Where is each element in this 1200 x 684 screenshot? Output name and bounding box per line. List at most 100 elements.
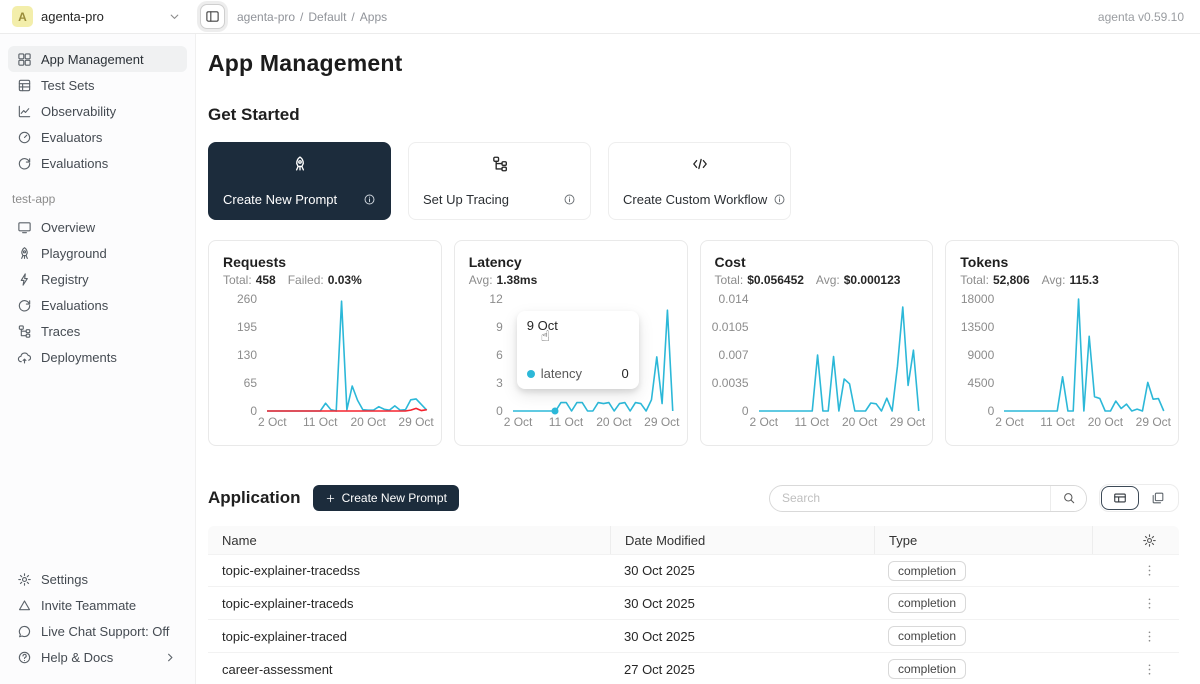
sidebar-item-app-management[interactable]: App Management (8, 46, 187, 72)
metrics-chart-row: RequestsTotal:458Failed:0.03%26019513065… (208, 240, 1179, 446)
chat-icon (17, 624, 32, 639)
x-axis: 2 Oct11 Oct20 Oct29 Oct (267, 415, 427, 433)
cost-chart-card: CostTotal:$0.056452Avg:$0.0001230.0140.0… (700, 240, 934, 446)
type-badge: completion (888, 593, 966, 613)
table-view-icon (1113, 491, 1127, 505)
chart-plot[interactable]: 2 Oct11 Oct20 Oct29 Oct (759, 299, 919, 411)
plus-icon (325, 493, 336, 504)
code-icon (623, 155, 776, 173)
y-axis: 260195130650 (223, 299, 267, 411)
get-started-card-create-new-prompt[interactable]: Create New Prompt (208, 142, 391, 220)
sidebar-item-observability[interactable]: Observability (8, 98, 187, 124)
breadcrumb-item-apps[interactable]: Apps (360, 10, 387, 24)
monitor-icon (17, 220, 32, 235)
x-tick-label: 2 Oct (995, 415, 1024, 429)
sidebar-item-overview[interactable]: Overview (8, 214, 187, 240)
sidebar-item-evaluations[interactable]: Evaluations (8, 292, 187, 318)
cell-type: completion (874, 555, 1092, 586)
card-footer: Set Up Tracing (423, 192, 576, 207)
chart-stat: Failed:0.03% (288, 273, 362, 287)
workspace-avatar: A (12, 6, 33, 27)
y-tick-label: 4500 (968, 376, 995, 390)
create-new-prompt-button[interactable]: Create New Prompt (313, 485, 459, 511)
application-heading: Application (208, 488, 301, 508)
x-tick-label: 29 Oct (644, 415, 679, 429)
get-started-card-create-custom-workflow[interactable]: Create Custom Workflow (608, 142, 791, 220)
sidebar-item-settings[interactable]: Settings (8, 566, 187, 592)
grid-icon (17, 52, 32, 67)
info-icon (563, 193, 576, 206)
column-header-type[interactable]: Type (874, 526, 1092, 554)
sidebar-item-invite-teammate[interactable]: Invite Teammate (8, 592, 187, 618)
card-view-button[interactable] (1139, 486, 1177, 510)
sidebar-item-playground[interactable]: Playground (8, 240, 187, 266)
topbar: A agenta-pro agenta-pro/Default/Apps age… (0, 0, 1200, 34)
table-view-button[interactable] (1101, 486, 1139, 510)
y-tick-label: 0.007 (718, 348, 748, 362)
sidebar-item-test-sets[interactable]: Test Sets (8, 72, 187, 98)
chart-plot[interactable]: 2 Oct11 Oct20 Oct29 Oct (267, 299, 427, 411)
sidebar-spacer (8, 370, 187, 566)
breadcrumb-separator: / (351, 10, 354, 24)
search-input[interactable] (770, 491, 1050, 505)
breadcrumb-item-default[interactable]: Default (308, 10, 346, 24)
x-tick-label: 11 Oct (795, 415, 829, 429)
workspace-selector[interactable]: A agenta-pro (0, 6, 196, 27)
rocket-icon (223, 155, 376, 173)
search-button[interactable] (1050, 486, 1086, 511)
column-header-name[interactable]: Name (208, 526, 610, 554)
y-tick-label: 0.0035 (712, 376, 749, 390)
sidebar-section-label: test-app (8, 176, 187, 214)
table-row-topic-explainer-traceds[interactable]: topic-explainer-traceds30 Oct 2025comple… (208, 587, 1179, 620)
row-actions-button[interactable] (1137, 559, 1161, 583)
sidebar-item-evaluators[interactable]: Evaluators (8, 124, 187, 150)
tokens-chart-card: TokensTotal:52,806Avg:115.31800013500900… (945, 240, 1179, 446)
cell-date-modified: 30 Oct 2025 (610, 587, 874, 619)
type-badge: completion (888, 561, 966, 581)
sidebar-item-registry[interactable]: Registry (8, 266, 187, 292)
sidebar-item-evaluations[interactable]: Evaluations (8, 150, 187, 176)
dots-vertical-icon (1142, 662, 1157, 677)
sidebar-footer-nav: Settings Invite TeammateLive Chat Support… (8, 566, 187, 670)
card-footer: Create New Prompt (223, 192, 376, 207)
table-row-career-assessment[interactable]: career-assessment27 Oct 2025completion (208, 653, 1179, 684)
column-settings-button[interactable] (1137, 528, 1161, 552)
cell-actions (1092, 587, 1179, 619)
column-header-date-modified[interactable]: Date Modified (610, 526, 874, 554)
cell-type: completion (874, 587, 1092, 619)
chart-plot[interactable]: 9 Octlatency0☝2 Oct11 Oct20 Oct29 Oct (513, 299, 673, 411)
sidebar-toggle-button[interactable] (200, 4, 225, 29)
row-actions-button[interactable] (1137, 624, 1161, 648)
breadcrumb-item-agenta-pro[interactable]: agenta-pro (237, 10, 295, 24)
x-tick-label: 29 Oct (890, 415, 925, 429)
row-actions-button[interactable] (1137, 657, 1161, 681)
rocket-icon (17, 246, 32, 261)
chart-area: 0.0140.01050.0070.003502 Oct11 Oct20 Oct… (715, 299, 919, 411)
y-tick-label: 9 (496, 320, 503, 334)
sidebar-item-label: Help & Docs (41, 650, 113, 665)
sidebar-item-label: Evaluations (41, 298, 108, 313)
app-root: A agenta-pro agenta-pro/Default/Apps age… (0, 0, 1200, 684)
sidebar-item-traces[interactable]: Traces (8, 318, 187, 344)
evaluations-icon (17, 156, 32, 171)
sidebar-main-nav: App ManagementTest SetsObservabilityEval… (8, 46, 187, 176)
chart-stat: Total:52,806 (960, 273, 1029, 287)
app-version: agenta v0.59.10 (1098, 10, 1200, 24)
evaluations-icon (17, 298, 32, 313)
tree-icon (17, 324, 32, 339)
sidebar-item-label: Settings (41, 572, 88, 587)
sidebar-item-help-docs[interactable]: Help & Docs (8, 644, 187, 670)
x-tick-label: 2 Oct (749, 415, 778, 429)
sidebar-item-deployments[interactable]: Deployments (8, 344, 187, 370)
card-label: Set Up Tracing (423, 192, 509, 207)
chart-area: 2601951306502 Oct11 Oct20 Oct29 Oct (223, 299, 427, 411)
sidebar-app-nav: OverviewPlayground Registry Evaluations Tra… (8, 214, 187, 370)
row-actions-button[interactable] (1137, 591, 1161, 615)
table-row-topic-explainer-traced[interactable]: topic-explainer-traced30 Oct 2025complet… (208, 620, 1179, 653)
table-row-topic-explainer-tracedss[interactable]: topic-explainer-tracedss30 Oct 2025compl… (208, 554, 1179, 587)
sidebar-item-live-chat-support-off[interactable]: Live Chat Support: Off (8, 618, 187, 644)
sidebar-item-label: Registry (41, 272, 89, 287)
series-dot (527, 370, 535, 378)
chart-plot[interactable]: 2 Oct11 Oct20 Oct29 Oct (1004, 299, 1164, 411)
get-started-card-set-up-tracing[interactable]: Set Up Tracing (408, 142, 591, 220)
